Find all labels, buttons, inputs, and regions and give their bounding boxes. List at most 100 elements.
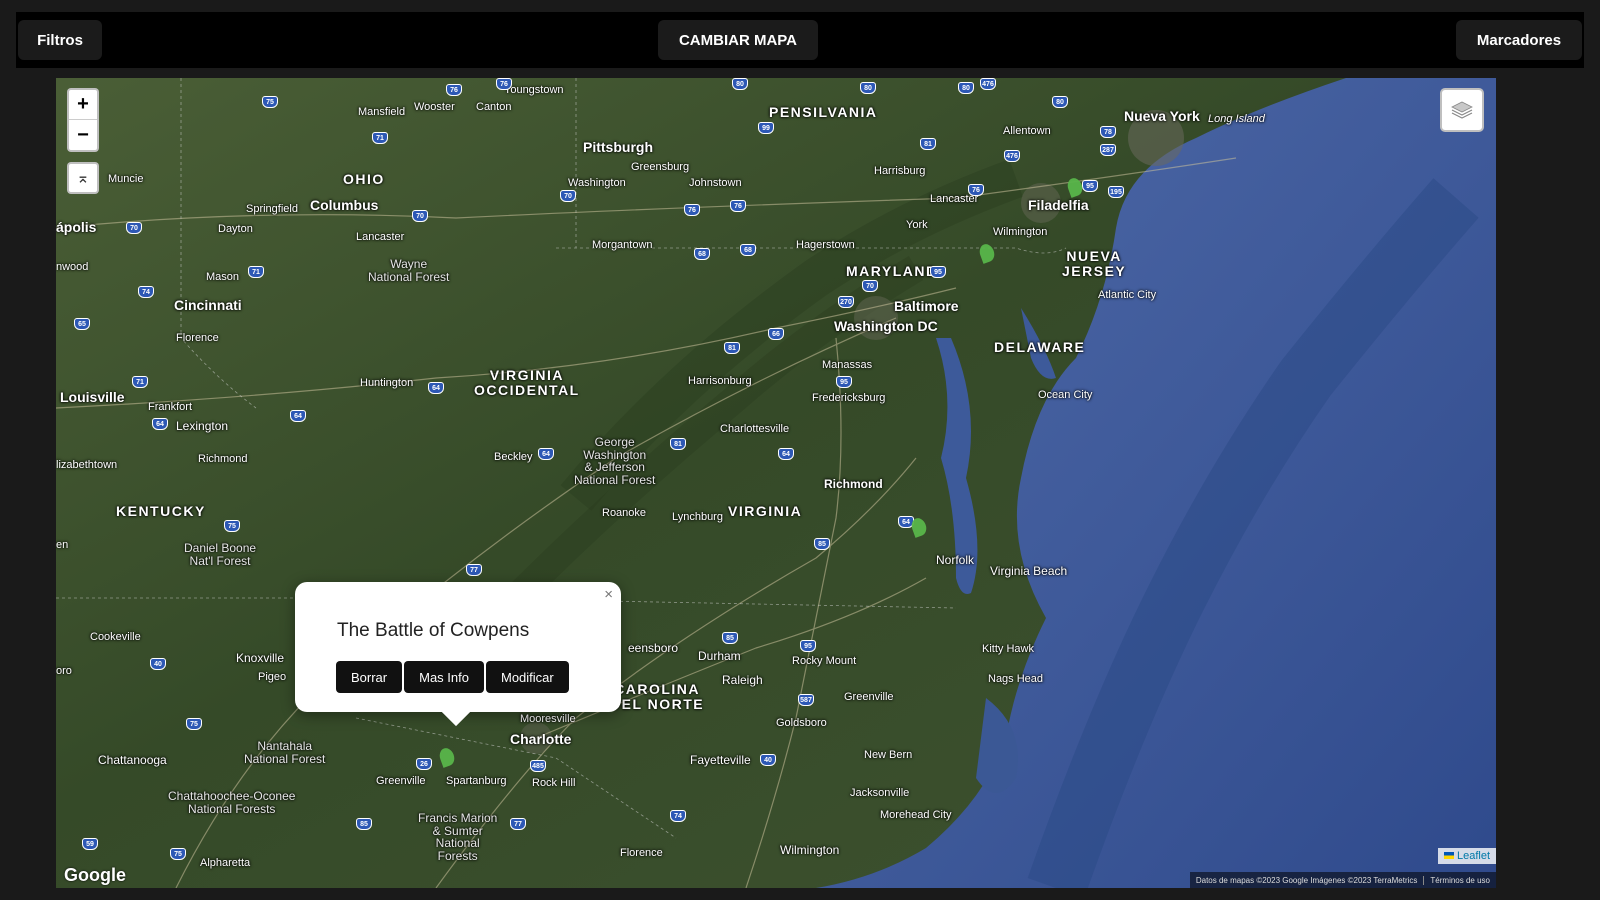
place-hagerstown: Hagerstown	[796, 239, 855, 251]
interstate-66-shield: 66	[768, 328, 784, 340]
popup-title: The Battle of Cowpens	[337, 620, 530, 641]
place-goldsboro: Goldsboro	[776, 717, 827, 729]
place-oro: oro	[56, 665, 72, 677]
interstate-76-shield: 76	[968, 184, 984, 196]
interstate-76-shield: 76	[446, 84, 462, 96]
interstate-40-shield: 40	[760, 754, 776, 766]
region-carolina-del-norte: CAROLINA DEL NORTE	[610, 681, 705, 712]
layers-icon	[1451, 101, 1473, 119]
place-rock-hill: Rock Hill	[532, 777, 576, 789]
place-greenville-sc: Greenville	[376, 775, 426, 787]
place-morehead-city: Morehead City	[880, 809, 952, 821]
region-nueva-jersey: NUEVA JERSEY	[1062, 248, 1127, 279]
interstate-587-shield: 587	[798, 694, 814, 706]
place-pittsburgh: Pittsburgh	[583, 139, 653, 155]
leaflet-flag-icon	[1443, 852, 1454, 859]
interstate-85-shield: 85	[722, 632, 738, 644]
place-mason: Mason	[206, 271, 240, 283]
delete-button[interactable]: Borrar	[336, 661, 403, 693]
interstate-71-shield: 71	[132, 376, 148, 388]
place-canton: Canton	[476, 101, 512, 113]
place-greenville-nc: Greenville	[844, 691, 894, 703]
place-durham: Durham	[698, 649, 741, 663]
place-nueva-york: Nueva York	[1124, 108, 1200, 124]
place-york: York	[906, 219, 928, 231]
place-wilmington-nc: Wilmington	[780, 843, 840, 857]
place-muncie: Muncie	[108, 173, 144, 185]
place-wilmington-de: Wilmington	[993, 226, 1048, 238]
interstate-287-shield: 287	[1100, 144, 1116, 156]
locate-button[interactable]: ⌅	[67, 162, 99, 194]
interstate-68-shield: 68	[740, 244, 756, 256]
interstate-64-shield: 64	[152, 418, 168, 430]
interstate-80-shield: 80	[958, 82, 974, 94]
change-map-button[interactable]: CAMBIAR MAPA	[658, 20, 818, 60]
place-richmond-va: Richmond	[824, 477, 883, 491]
place-virginia-beach: Virginia Beach	[990, 564, 1068, 578]
place-fredericksburg: Fredericksburg	[812, 392, 886, 404]
satellite-terrain	[56, 78, 1496, 888]
place-johnstown: Johnstown	[689, 177, 742, 189]
region-kentucky: KENTUCKY	[116, 503, 206, 519]
map-data-attribution: Datos de mapas ©2023 Google Imágenes ©20…	[1195, 875, 1418, 885]
place-morgantown: Morgantown	[592, 239, 653, 251]
place-cincinnati: Cincinnati	[174, 297, 242, 313]
place-harrisburg: Harrisburg	[874, 165, 926, 177]
filters-button[interactable]: Filtros	[18, 20, 102, 60]
interstate-80-shield: 80	[1052, 96, 1068, 108]
interstate-74-shield: 74	[670, 810, 686, 822]
place-florence-sc: Florence	[620, 847, 663, 859]
interstate-64-shield: 64	[778, 448, 794, 460]
modify-button[interactable]: Modificar	[485, 661, 569, 693]
interstate-40-shield: 40	[150, 658, 166, 670]
place-greensboro: eensboro	[628, 641, 679, 655]
park-nantahala: Nantahala National Forest	[244, 739, 326, 766]
place-lexington: Lexington	[176, 419, 229, 433]
interstate-71-shield: 71	[248, 266, 264, 278]
place-cookeville: Cookeville	[90, 631, 141, 643]
park-daniel-boone: Daniel Boone Nat'l Forest	[184, 541, 257, 568]
place-pigeon-forge: Pigeo	[258, 671, 287, 683]
leaflet-attribution[interactable]: Leaflet	[1437, 848, 1496, 864]
place-allentown: Allentown	[1003, 125, 1051, 137]
place-new-bern: New Bern	[864, 749, 913, 761]
zoom-out-button[interactable]: −	[69, 120, 97, 150]
interstate-95-shield: 95	[1082, 180, 1098, 192]
place-long-island: Long Island	[1208, 113, 1265, 125]
interstate-476-shield: 476	[1004, 150, 1020, 162]
layers-button[interactable]	[1440, 88, 1484, 132]
place-kitty-hawk: Kitty Hawk	[982, 643, 1034, 655]
interstate-95-shield: 95	[930, 266, 946, 278]
park-george-washington: George Washington & Jefferson National F…	[574, 435, 656, 487]
place-norfolk: Norfolk	[936, 553, 975, 567]
map-attribution-bar: Datos de mapas ©2023 Google Imágenes ©20…	[1189, 872, 1496, 888]
place-greensburg: Greensburg	[631, 161, 690, 173]
interstate-70-shield: 70	[560, 190, 576, 202]
place-indianapolis: ápolis	[56, 219, 97, 235]
place-elizabethtown: lizabethtown	[56, 459, 118, 471]
map-canvas[interactable]: Youngstown Mansfield Wooster Canton Munc…	[56, 78, 1496, 888]
markers-button[interactable]: Marcadores	[1456, 20, 1582, 60]
region-ohio: OHIO	[343, 171, 385, 187]
place-nwood: nwood	[56, 261, 89, 273]
place-harrisonburg: Harrisonburg	[688, 375, 752, 387]
place-lynchburg: Lynchburg	[672, 511, 723, 523]
place-lancaster-pa: Lancaster	[930, 193, 979, 205]
popup-close-button[interactable]: ×	[604, 586, 613, 603]
place-filadelfia: Filadelfia	[1028, 197, 1089, 213]
region-virginia-occidental: VIRGINIA OCCIDENTAL	[474, 367, 580, 398]
interstate-26-shield: 26	[416, 758, 432, 770]
interstate-70-shield: 70	[412, 210, 428, 222]
place-raleigh: Raleigh	[722, 673, 763, 687]
zoom-in-button[interactable]: +	[69, 90, 97, 120]
interstate-77-shield: 77	[510, 818, 526, 830]
place-nags-head: Nags Head	[988, 673, 1044, 685]
place-chattanooga: Chattanooga	[98, 753, 167, 767]
place-springfield: Springfield	[246, 203, 298, 215]
place-dayton: Dayton	[218, 223, 253, 235]
place-washington-pa: Washington	[568, 177, 626, 189]
terms-link[interactable]: Términos de uso	[1423, 875, 1496, 885]
leaflet-link[interactable]: Leaflet	[1457, 850, 1490, 862]
more-info-button[interactable]: Mas Info	[404, 661, 484, 693]
interstate-70-shield: 70	[862, 280, 878, 292]
